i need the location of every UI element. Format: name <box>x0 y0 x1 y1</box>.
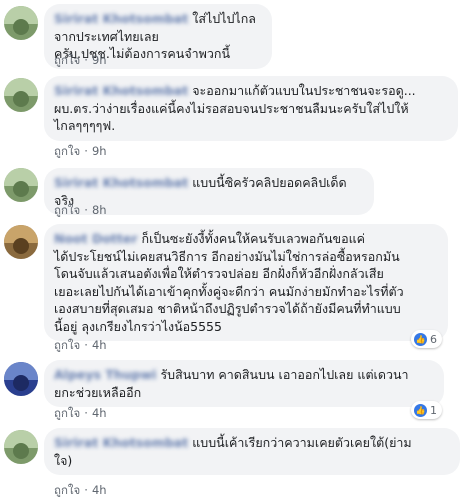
avatar[interactable] <box>4 168 38 202</box>
comment-author[interactable]: Noot Dotter <box>54 230 138 248</box>
like-link[interactable]: ถูกใจ <box>54 406 80 420</box>
like-link[interactable]: ถูกใจ <box>54 53 80 67</box>
comment-meta: ถูกใจ · 9h <box>54 144 107 158</box>
comment-meta: ถูกใจ · 8h <box>54 203 107 217</box>
comment-text-line: นี้อยู่ ลุงเกรียงไกรว่าไงน้อ5555 <box>54 318 222 334</box>
like-link[interactable]: ถูกใจ <box>54 203 80 217</box>
comment-text-line: เองสบายที่สุดเสมอ ชาติหน้าถึงปฏิรูปตำรวจ… <box>54 301 401 316</box>
comment-text-line: เยอะเลยไปกันได้เอาเข้าคุกทั้งคู่จะดีกว่า… <box>54 283 404 299</box>
comment-bubble: Sirirat Khotsombat จะออกมาแก้ตัวแบบในประช… <box>44 76 458 141</box>
reaction-number: 1 <box>430 403 437 417</box>
timestamp[interactable]: 9h <box>92 53 107 67</box>
avatar[interactable] <box>4 362 38 396</box>
like-link[interactable]: ถูกใจ <box>54 483 80 497</box>
comment-bubble: Noot Dotter ก็เป็นซะยังงี้ทั้งคนให้คนรับเ… <box>44 224 448 341</box>
like-link[interactable]: ถูกใจ <box>54 144 80 158</box>
comment-author[interactable]: Sirirat Khotsombat <box>54 10 188 28</box>
thumbs-up-icon: 👍 <box>414 403 427 417</box>
comment-author[interactable]: Sirirat Khotsombat <box>54 434 188 452</box>
timestamp[interactable]: 4h <box>92 338 107 352</box>
comment-author[interactable]: Sirirat Khotsombat <box>54 82 188 100</box>
comment-text-line: โดนจับแล้วเสนอตังเพื่อให้ตำรวจปล่อย อีกฝ… <box>54 266 384 281</box>
timestamp[interactable]: 9h <box>92 144 107 158</box>
comment-author[interactable]: Sirirat Khotsombat <box>54 174 188 192</box>
like-link[interactable]: ถูกใจ <box>54 338 80 352</box>
timestamp[interactable]: 4h <box>92 483 107 497</box>
avatar[interactable] <box>4 6 38 40</box>
comment-text-line: ก็เป็นซะยังงี้ทั้งคนให้คนรับเลวพอกันขอแค… <box>141 231 366 246</box>
timestamp[interactable]: 8h <box>92 203 107 217</box>
comment-text-line: ยกะช่วยเหลืออีก <box>54 384 142 400</box>
comment-meta: ถูกใจ · 4h <box>54 483 107 497</box>
comment-text-line: ได้ประโยชน์ไม่เคยสนวิธีการ อีกอย่างมันไม… <box>54 248 400 264</box>
comment-text-line: ผบ.ตร.ว่าง่ายเรื่องแค่นี้คงไม่รอสอบจนประ… <box>54 100 409 116</box>
comment-text-line: ใจ) <box>54 452 73 468</box>
comment-author[interactable]: Alpeys Thupwi <box>54 366 156 384</box>
reaction-count[interactable]: 👍 6 <box>411 330 442 348</box>
comment-meta: ถูกใจ · 4h <box>54 406 107 420</box>
reaction-count[interactable]: 👍 1 <box>411 401 442 419</box>
thumbs-up-icon: 👍 <box>414 332 427 346</box>
avatar[interactable] <box>4 78 38 112</box>
comment-bubble: Alpeys Thupwi รับสินบาท คาดสินบน เอาออกไป… <box>44 360 444 407</box>
comment-meta: ถูกใจ · 4h <box>54 338 107 352</box>
comment-text-line: ไกลๆๆๆๆฟ. <box>54 118 116 133</box>
avatar[interactable] <box>4 225 38 259</box>
comment-text-line: แบบนี้เค้าเรียกว่าความเคยตัวเคยใต้(ย่าม <box>192 435 412 450</box>
comment-bubble: Sirirat Khotsombat แบบนี้เค้าเรียกว่าความ… <box>44 428 460 475</box>
comment-meta: ถูกใจ · 9h <box>54 53 107 67</box>
comment-text-line: จะออกมาแก้ตัวแบบในประชาชนจะรอดู... <box>192 83 416 98</box>
reaction-number: 6 <box>430 332 437 346</box>
timestamp[interactable]: 4h <box>92 406 107 420</box>
comment-text-line: รับสินบาท คาดสินบน เอาออกไปเลย แต่เดวนา <box>160 367 409 382</box>
avatar[interactable] <box>4 430 38 464</box>
